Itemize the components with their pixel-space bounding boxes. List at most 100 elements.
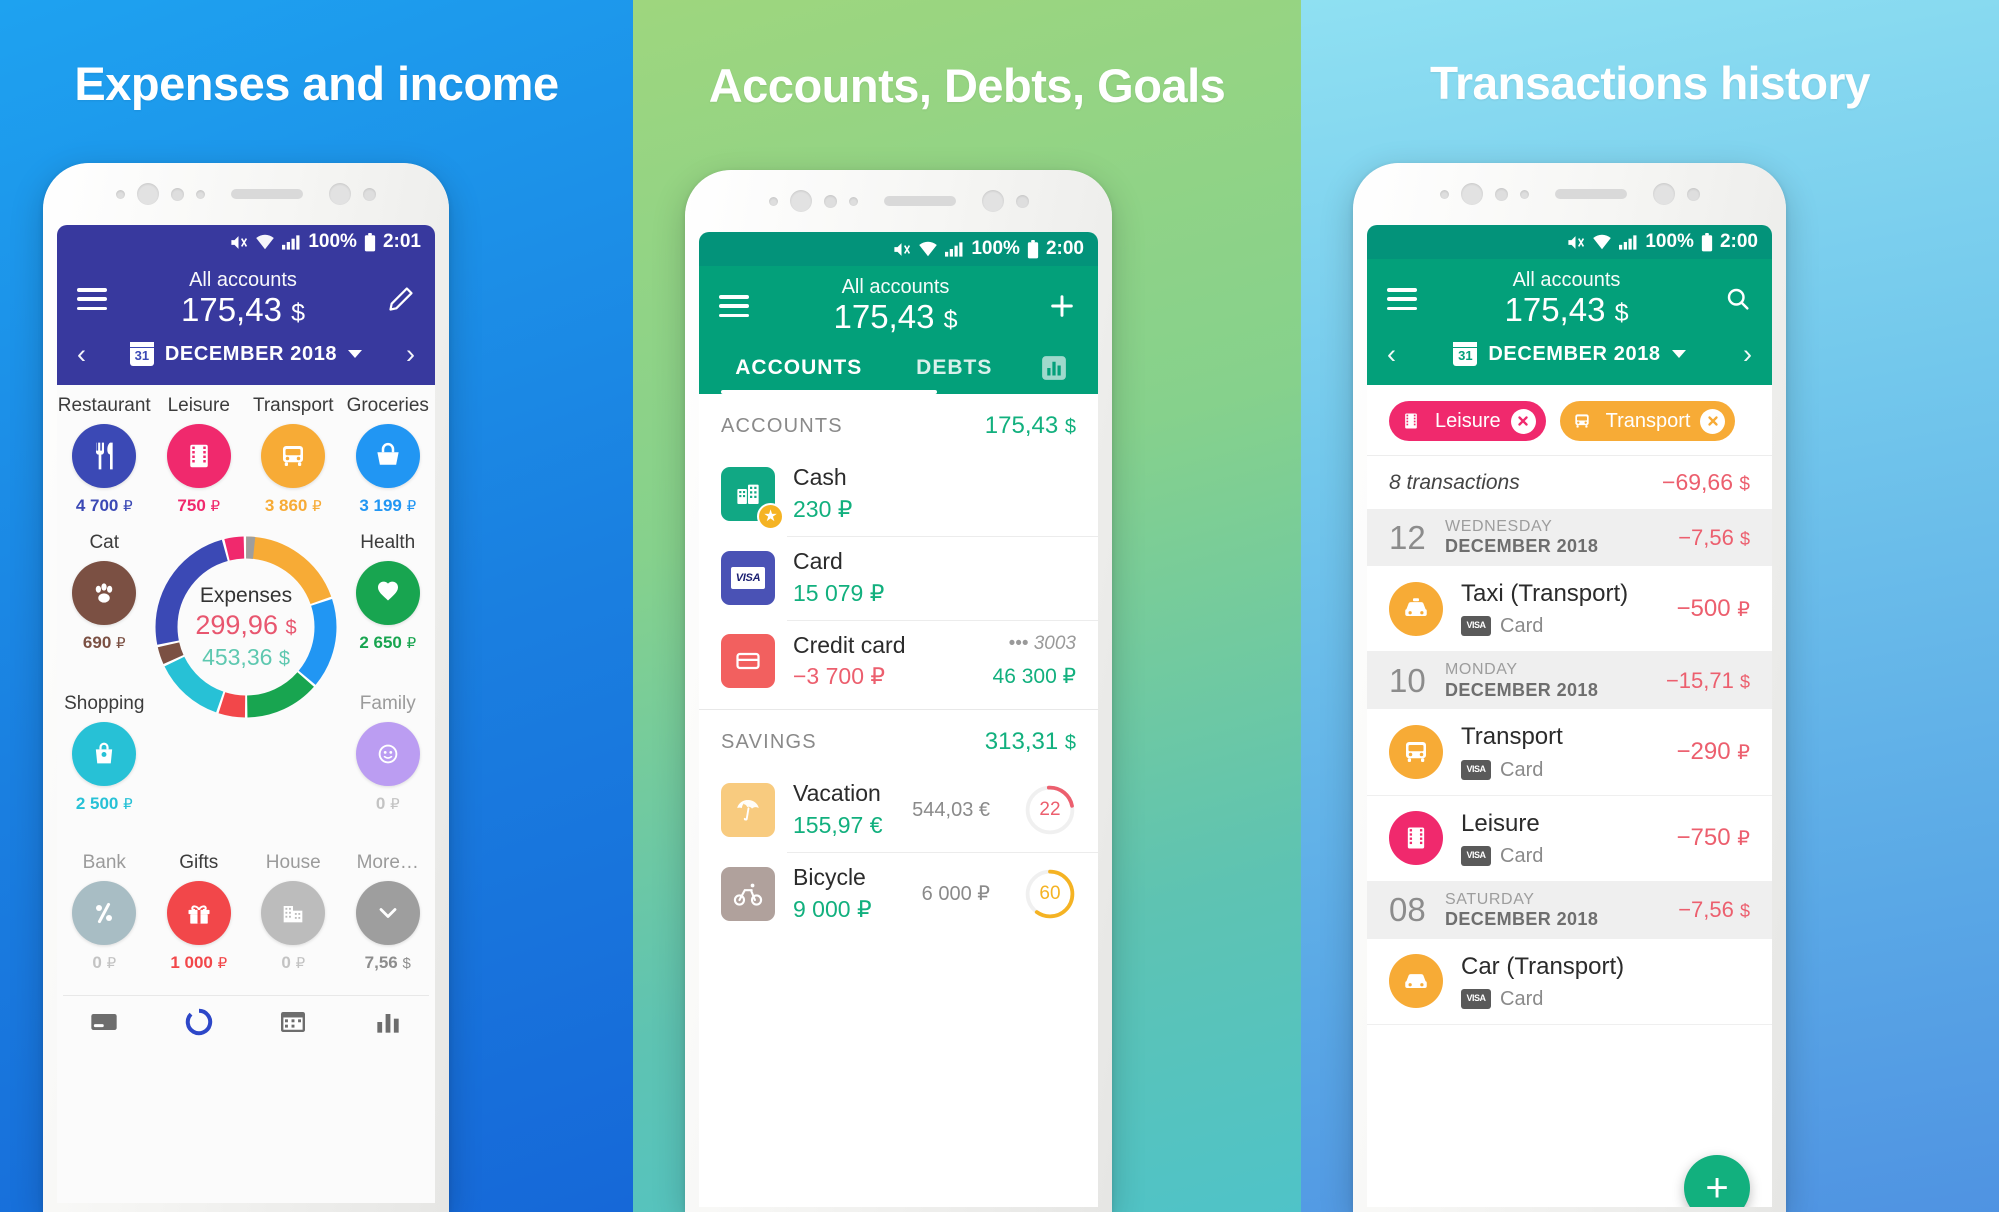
calendar-icon: 31 (1453, 342, 1478, 366)
sensor-dot (196, 189, 205, 199)
transaction-amount: −290 ₽ (1676, 737, 1750, 765)
month-selector[interactable]: 31 DECEMBER 2018 (86, 342, 406, 366)
transaction-amount: −500 ₽ (1676, 594, 1750, 622)
panel-2-title: Accounts, Debts, Goals (708, 59, 1226, 112)
clock: 2:00 (1045, 238, 1084, 259)
chevron-down-icon (348, 350, 363, 358)
savings-goal: 6 000 ₽ (922, 880, 990, 908)
section-total: 175,43 $ (984, 412, 1076, 439)
account-row-credit-card[interactable]: Credit card −3 700 ₽ ••• 3003 46 300 ₽ (699, 619, 1098, 704)
percent-icon (72, 881, 137, 945)
transaction-row[interactable]: Taxi (Transport) VISA Card −500 ₽ (1367, 566, 1772, 653)
bar-chart-icon[interactable] (341, 1006, 436, 1038)
pencil-icon[interactable] (379, 285, 415, 313)
phone-3-screen: 100% 2:00 All accounts 175,43 $ ‹ 31 DEC… (1367, 225, 1772, 1207)
category-family[interactable]: Family 0 ₽ (341, 683, 436, 820)
category-transport[interactable]: Transport 3 860 ₽ (246, 385, 341, 522)
search-icon[interactable] (1716, 285, 1752, 313)
day-number: 12 (1389, 518, 1426, 556)
account-selector-label: All accounts (1512, 269, 1621, 292)
category-leisure[interactable]: Leisure 750 ₽ (152, 385, 247, 522)
category-value: 2 650 ₽ (359, 633, 417, 652)
donut-chart-icon[interactable] (152, 1006, 247, 1038)
plus-icon[interactable] (1042, 290, 1078, 322)
category-house[interactable]: House 0 ₽ (246, 842, 341, 979)
day-month-year: DECEMBER 2018 (1445, 909, 1599, 930)
day-of-week: WEDNESDAY (1445, 518, 1553, 535)
bar-chart-icon[interactable] (1032, 353, 1076, 383)
tab-accounts[interactable]: ACCOUNTS (721, 356, 877, 380)
prev-month-button[interactable]: ‹ (1387, 340, 1396, 368)
chip-leisure[interactable]: Leisure (1389, 401, 1546, 441)
phone-1-title-block[interactable]: All accounts 175,43 $ (107, 269, 379, 328)
visa-logo: VISA (731, 566, 765, 589)
savings-balance: 9 000 ₽ (793, 896, 872, 923)
chip-label: Leisure (1435, 409, 1501, 432)
bus-icon (261, 424, 326, 488)
transaction-account: VISA Card (1461, 843, 1659, 869)
close-icon[interactable] (1510, 408, 1536, 434)
cash-icon: ★ (721, 466, 784, 530)
mute-icon (1566, 233, 1585, 252)
savings-info: Vacation 155,97 € (793, 779, 894, 841)
sensor-dot (1686, 187, 1700, 201)
tab-debts[interactable]: DEBTS (877, 356, 1033, 380)
category-cat[interactable]: Cat 690 ₽ (57, 522, 152, 659)
account-row-cash[interactable]: ★ Cash 230 ₽ (699, 452, 1098, 536)
film-icon (166, 424, 231, 488)
section-total: 313,31 $ (984, 728, 1076, 756)
chip-transport[interactable]: Transport (1559, 401, 1736, 441)
category-more[interactable]: More… 7,56 $ (341, 842, 436, 979)
category-gifts[interactable]: Gifts 1 000 ₽ (152, 842, 247, 979)
clock: 2:01 (382, 231, 421, 252)
category-value: 750 ₽ (177, 496, 221, 515)
savings-row-bicycle[interactable]: Bicycle 9 000 ₽ 6 000 ₽ 60 (699, 852, 1098, 936)
category-label: Health (360, 532, 416, 553)
transaction-row[interactable]: Leisure VISA Card −750 ₽ (1367, 796, 1772, 882)
donut-expenses: 299,96 $ (195, 609, 297, 640)
battery-icon (364, 232, 376, 252)
hamburger-icon[interactable] (719, 295, 749, 317)
transaction-account: VISA Card (1461, 986, 1750, 1012)
category-health[interactable]: Health 2 650 ₽ (341, 522, 436, 659)
category-bank[interactable]: Bank 0 ₽ (57, 842, 152, 979)
calendar-icon[interactable] (246, 1006, 341, 1038)
next-month-button[interactable]: › (1743, 340, 1752, 368)
phone-1-bottom-nav (57, 996, 435, 1038)
visa-mini-icon: VISA (1461, 759, 1491, 780)
next-month-button[interactable]: › (406, 340, 415, 368)
expenses-donut-chart[interactable]: Expenses 299,96 $ 453,36 $ (152, 522, 341, 732)
transaction-row[interactable]: Transport VISA Card −290 ₽ (1367, 709, 1772, 796)
account-info: Card 15 079 ₽ (793, 547, 1076, 609)
month-selector[interactable]: 31 DECEMBER 2018 (1396, 342, 1743, 366)
add-transaction-fab[interactable]: + (1684, 1155, 1750, 1207)
battery-icon (1027, 239, 1039, 259)
front-camera-icon (1460, 183, 1483, 205)
account-row-card[interactable]: VISA Card 15 079 ₽ (699, 535, 1098, 620)
hamburger-icon[interactable] (1387, 288, 1417, 310)
phone-1-date-row: ‹ 31 DECEMBER 2018 › (57, 335, 435, 385)
account-name: Credit card (793, 631, 906, 658)
category-groceries[interactable]: Groceries 3 199 ₽ (341, 385, 436, 522)
transaction-info: Transport VISA Card (1461, 721, 1659, 782)
category-label: Groceries (346, 395, 429, 416)
day-of-week: SATURDAY (1445, 890, 1535, 908)
phone-3-title-block[interactable]: All accounts 175,43 $ (1417, 269, 1716, 328)
phone-1-content: Restaurant 4 700 ₽ Leisure 750 ₽ Transpo… (57, 385, 435, 1203)
savings-name: Vacation (793, 780, 881, 807)
prev-month-button[interactable]: ‹ (77, 340, 86, 368)
category-label: Transport (252, 395, 334, 416)
savings-row-vacation[interactable]: Vacation 155,97 € 544,03 € 22 (699, 768, 1098, 852)
account-name: Cash (793, 464, 847, 490)
close-icon[interactable] (1700, 408, 1726, 434)
card-icon[interactable] (57, 1006, 152, 1038)
bus-icon (1389, 724, 1443, 779)
hamburger-icon[interactable] (77, 288, 107, 310)
signal-icon (1619, 234, 1638, 250)
sensor-dot (1519, 189, 1529, 199)
paw-icon (72, 561, 137, 625)
category-shopping[interactable]: Shopping 2 500 ₽ (57, 683, 152, 820)
category-restaurant[interactable]: Restaurant 4 700 ₽ (57, 385, 152, 522)
transaction-row[interactable]: Car (Transport) VISA Card (1367, 939, 1772, 1025)
phone-2-title-block[interactable]: All accounts 175,43 $ (749, 276, 1042, 335)
